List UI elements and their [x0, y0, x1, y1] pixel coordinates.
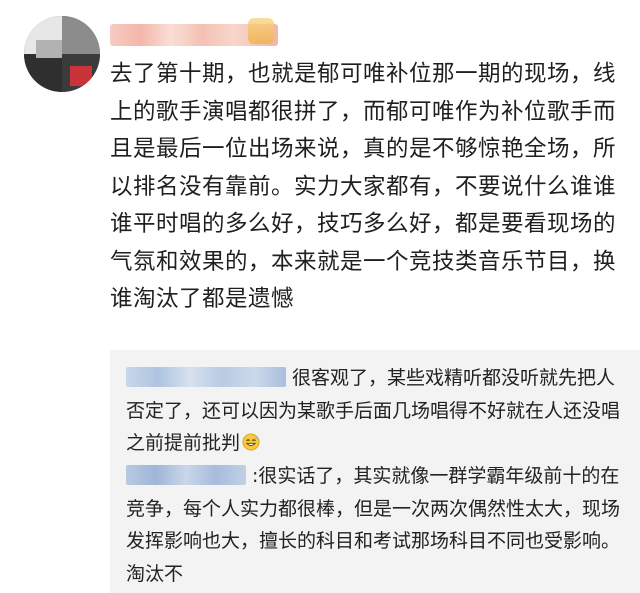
sweat-smile-emoji-icon	[242, 433, 260, 451]
reply-item[interactable]: :很实话了，其实就像一群学霸年级前十的在竞争，每个人实力都很棒，但是一次两次偶然…	[126, 460, 632, 590]
avatar-pixel	[36, 40, 62, 58]
user-avatar[interactable]	[24, 16, 100, 92]
avatar-pixel	[70, 66, 92, 86]
comment-text: 去了第十期，也就是郁可唯补位那一期的现场，线上的歌手演唱都很拼了，而郁可唯作为补…	[110, 61, 617, 312]
reply-item[interactable]: 很客观了，某些戏精听都没听就先把人否定了，还可以因为某歌手后面几场唱得不好就在人…	[126, 362, 632, 460]
reply-username-blurred[interactable]	[126, 367, 286, 387]
reply-section: 很客观了，某些戏精听都没听就先把人否定了，还可以因为某歌手后面几场唱得不好就在人…	[110, 350, 640, 593]
avatar-pixel	[62, 16, 100, 54]
avatar-pixel	[24, 54, 62, 92]
member-badge-icon	[248, 18, 274, 44]
reply-username-blurred[interactable]	[126, 465, 246, 485]
